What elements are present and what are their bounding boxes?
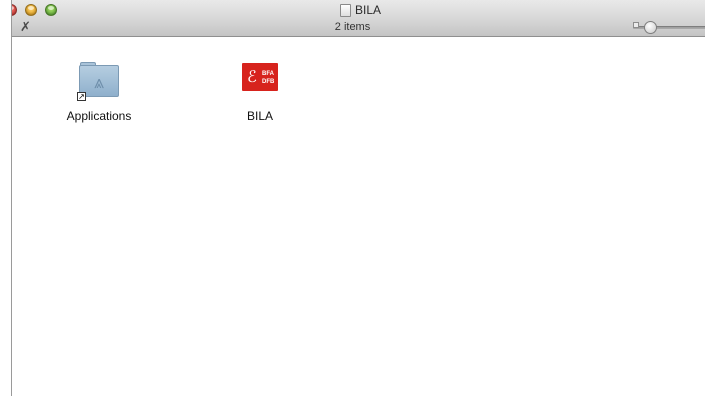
item-label: Applications	[66, 109, 132, 123]
finder-content: ⩓ ↗ Applications ℰ BFA DFB BILA	[12, 37, 705, 396]
window-title: BILA	[355, 3, 382, 17]
item-count: 2 items	[334, 21, 371, 33]
zoom-button[interactable]	[45, 4, 57, 16]
minimize-button[interactable]	[25, 4, 37, 16]
item-label: BILA	[246, 109, 273, 123]
applications-folder-alias-icon: ⩓ ↗	[75, 59, 123, 107]
alias-arrow-icon: ↗	[77, 92, 86, 101]
disk-image-icon	[340, 3, 351, 17]
bila-logo: ℰ BFA DFB	[242, 63, 278, 91]
status-row: ✗ 2 items	[0, 18, 705, 36]
window-title-group: BILA	[340, 2, 381, 18]
apps-glyph-icon: ⩓	[93, 72, 105, 92]
bila-logo-bottom: DFB	[262, 79, 275, 85]
slider-knob[interactable]	[644, 21, 657, 34]
bila-swirl-icon: ℰ	[247, 69, 257, 86]
finder-window: BILA ✗ 2 items ⩓ ↗ Applications ℰ BFA DF…	[0, 0, 705, 396]
left-margin	[0, 0, 11, 396]
titlebar: BILA ✗ 2 items	[0, 0, 705, 37]
bila-logo-top: BFA	[262, 71, 274, 77]
item-applications[interactable]: ⩓ ↗ Applications	[44, 59, 154, 123]
bila-app-icon: ℰ BFA DFB	[236, 59, 284, 107]
item-bila[interactable]: ℰ BFA DFB BILA	[205, 59, 315, 123]
small-icon-marker	[633, 22, 639, 28]
